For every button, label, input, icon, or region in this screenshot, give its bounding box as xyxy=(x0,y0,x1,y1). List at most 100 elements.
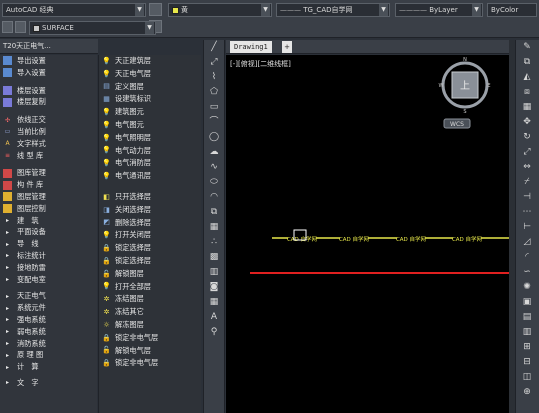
layer-state-icon[interactable] xyxy=(2,21,13,33)
trim-icon[interactable]: ⌿ xyxy=(516,175,538,190)
tab-drawing1[interactable]: Drawing1 xyxy=(230,41,272,53)
menu-item-weak-current[interactable]: ▸ 弱电系统 xyxy=(0,326,97,338)
submenu-item-comm-layer[interactable]: 💡 电气通讯层 xyxy=(99,170,201,183)
menu-item-export[interactable]: 导出设置 xyxy=(0,55,97,67)
menu-item-building[interactable]: ▸ 建 筑 xyxy=(0,215,97,227)
submenu-item-fire-layer[interactable]: 💡 电气消防层 xyxy=(99,157,201,170)
menu-item-layer-control[interactable]: 图层控制 xyxy=(0,203,97,215)
region-icon[interactable]: ◙ xyxy=(204,280,224,295)
submenu-item-define-layer[interactable]: ▤ 定义图层 xyxy=(99,81,201,94)
zoom-icon[interactable]: ⊕ xyxy=(516,385,538,400)
color-dropdown[interactable]: ByColor xyxy=(487,3,537,17)
submenu-item-freeze-others[interactable]: ✲ 冻结其它 xyxy=(99,306,201,319)
submenu-item-building-element[interactable]: 💡 建筑图元 xyxy=(99,106,201,119)
menu-item-linetype[interactable]: ≡ 线 型 库 xyxy=(0,150,97,162)
submenu-item-lighting-layer[interactable]: 💡 电气照明层 xyxy=(99,132,201,145)
menu-item-tangent-electric[interactable]: ▸ 天正电气 xyxy=(0,290,97,302)
visual-style-dropdown[interactable]: SURFACE ▼ xyxy=(29,21,156,35)
menu-item-dimension[interactable]: ▸ 标注统计 xyxy=(0,250,97,262)
rotate-icon[interactable]: ↻ xyxy=(516,130,538,145)
submenu-item-open-all[interactable]: 💡 打开全部层 xyxy=(99,281,201,294)
chamfer-icon[interactable]: ◿ xyxy=(516,235,538,250)
polyline-icon[interactable]: ⌇ xyxy=(204,70,224,85)
linetype-dropdown[interactable]: ——— TG_CAD自学网 ▼ xyxy=(276,3,390,17)
menu-item-library[interactable]: 图库管理 xyxy=(0,167,97,179)
gradient-icon[interactable]: ▥ xyxy=(204,265,224,280)
point-icon[interactable]: ∴ xyxy=(204,235,224,250)
submenu-item-freeze[interactable]: ✲ 冻结图层 xyxy=(99,293,201,306)
settings-icon[interactable] xyxy=(149,3,162,16)
offset-icon[interactable]: ⧈ xyxy=(516,85,538,100)
spline-icon[interactable]: ∿ xyxy=(204,160,224,175)
menu-item-scale[interactable]: ▭ 当前比例 xyxy=(0,126,97,138)
explode-icon[interactable]: ✺ xyxy=(516,280,538,295)
move-icon[interactable]: ✥ xyxy=(516,115,538,130)
menu-item-schematic[interactable]: ▸ 原 理 图 xyxy=(0,349,97,361)
menu-item-grounding[interactable]: ▸ 接地防雷 xyxy=(0,262,97,274)
join-icon[interactable]: ⊢ xyxy=(516,220,538,235)
add-selected-icon[interactable]: ⚲ xyxy=(204,325,224,340)
submenu-item-thaw[interactable]: ☼ 解冻图层 xyxy=(99,319,201,332)
match-icon[interactable]: ▤ xyxy=(516,310,538,325)
model-space-canvas[interactable]: [-][俯视][二维线框] 上 N S W E WCS CAD 自学网 CAD … xyxy=(226,55,509,413)
submenu-item-power-layer[interactable]: 💡 电气动力层 xyxy=(99,145,201,158)
view-icon[interactable]: ◫ xyxy=(516,370,538,385)
rectangle-icon[interactable]: ▭ xyxy=(204,100,224,115)
viewcube[interactable]: 上 N S W E xyxy=(439,57,491,115)
revision-cloud-icon[interactable]: ☁ xyxy=(204,145,224,160)
submenu-item-lock-non-electric-2[interactable]: 🔒 锁定非电气层 xyxy=(99,357,201,370)
wire-yellow[interactable]: CAD 自学网 CAD 自学网 CAD 自学网 CAD 自学网 xyxy=(272,233,509,243)
menu-item-wire[interactable]: ▸ 导 线 xyxy=(0,238,97,250)
submenu-item-close-selected[interactable]: ◨ 关闭选择层 xyxy=(99,204,201,217)
menu-item-system-element[interactable]: ▸ 系统元件 xyxy=(0,302,97,314)
properties-icon[interactable]: ▣ xyxy=(516,295,538,310)
scale-icon[interactable]: ⤢ xyxy=(516,145,538,160)
table-icon[interactable]: ▦ xyxy=(204,295,224,310)
menu-item-floor-copy[interactable]: 楼层复制 xyxy=(0,96,97,108)
mirror-icon[interactable]: ◭ xyxy=(516,70,538,85)
lineweight-dropdown[interactable]: ———— ByLayer ▼ xyxy=(395,3,483,17)
submenu-item-open-selected[interactable]: ◧ 只开选择层 xyxy=(99,191,201,204)
menu-item-floor[interactable]: 楼层设置 xyxy=(0,85,97,97)
submenu-item-building-mark[interactable]: ▦ 设建筑标识 xyxy=(99,93,201,106)
extend-icon[interactable]: ⊣ xyxy=(516,190,538,205)
submenu-item-unlock-layer[interactable]: 🔓 解锁图层 xyxy=(99,268,201,281)
workspace-dropdown[interactable]: AutoCAD 经典 ▼ xyxy=(2,3,146,17)
panel-title[interactable]: T20天正电气... xyxy=(0,39,98,54)
menu-item-ortho[interactable]: ✣ 依线正交 xyxy=(0,114,97,126)
menu-item-substation[interactable]: ▸ 变配电室 xyxy=(0,274,97,286)
ellipse-icon[interactable]: ⬭ xyxy=(204,175,224,190)
layer-dropdown[interactable]: 黄 ▼ xyxy=(168,3,272,17)
array-icon[interactable]: ▦ xyxy=(516,100,538,115)
submenu-item-lock-selected[interactable]: 🔒 锁定选择层 xyxy=(99,242,201,255)
arc-icon[interactable]: ⌒ xyxy=(204,115,224,130)
group-icon[interactable]: ⊞ xyxy=(516,340,538,355)
blend-icon[interactable]: ∽ xyxy=(516,265,538,280)
menu-item-strong-current[interactable]: ▸ 强电系统 xyxy=(0,314,97,326)
new-tab-button[interactable]: + xyxy=(282,41,292,53)
submenu-item-delete-selected[interactable]: ◩ 删除选择层 xyxy=(99,217,201,230)
menu-item-plan-device[interactable]: ▸ 平面设备 xyxy=(0,226,97,238)
menu-item-import[interactable]: 导入设置 xyxy=(0,67,97,79)
circle-icon[interactable]: ◯ xyxy=(204,130,224,145)
submenu-item-toggle-layer[interactable]: 💡 打开关闭层 xyxy=(99,229,201,242)
line-icon[interactable]: ╱ xyxy=(204,40,224,55)
hatch-icon[interactable]: ▩ xyxy=(204,250,224,265)
fillet-icon[interactable]: ◜ xyxy=(516,250,538,265)
submenu-item-unlock-electric[interactable]: 🔓 解锁电气层 xyxy=(99,345,201,358)
make-block-icon[interactable]: ▦ xyxy=(204,220,224,235)
copy-icon[interactable]: ⧉ xyxy=(516,55,538,70)
menu-item-component[interactable]: 构 件 库 xyxy=(0,179,97,191)
menu-item-fire[interactable]: ▸ 消防系统 xyxy=(0,338,97,350)
submenu-item-lock-non-electric[interactable]: 🔒 锁定非电气层 xyxy=(99,332,201,345)
menu-item-text-style[interactable]: A 文字样式 xyxy=(0,138,97,150)
ellipse-arc-icon[interactable]: ◠ xyxy=(204,190,224,205)
ungroup-icon[interactable]: ⊟ xyxy=(516,355,538,370)
submenu-item-electric-element[interactable]: 💡 电气图元 xyxy=(99,119,201,132)
layer-props-icon[interactable] xyxy=(15,21,26,33)
stretch-icon[interactable]: ⇔ xyxy=(516,160,538,175)
construction-line-icon[interactable]: ⤢ xyxy=(204,55,224,70)
insert-block-icon[interactable]: ⧉ xyxy=(204,205,224,220)
submenu-item-lock-selected-2[interactable]: 🔒 锁定选择层 xyxy=(99,255,201,268)
menu-item-text[interactable]: ▸ 文 字 xyxy=(0,377,97,389)
